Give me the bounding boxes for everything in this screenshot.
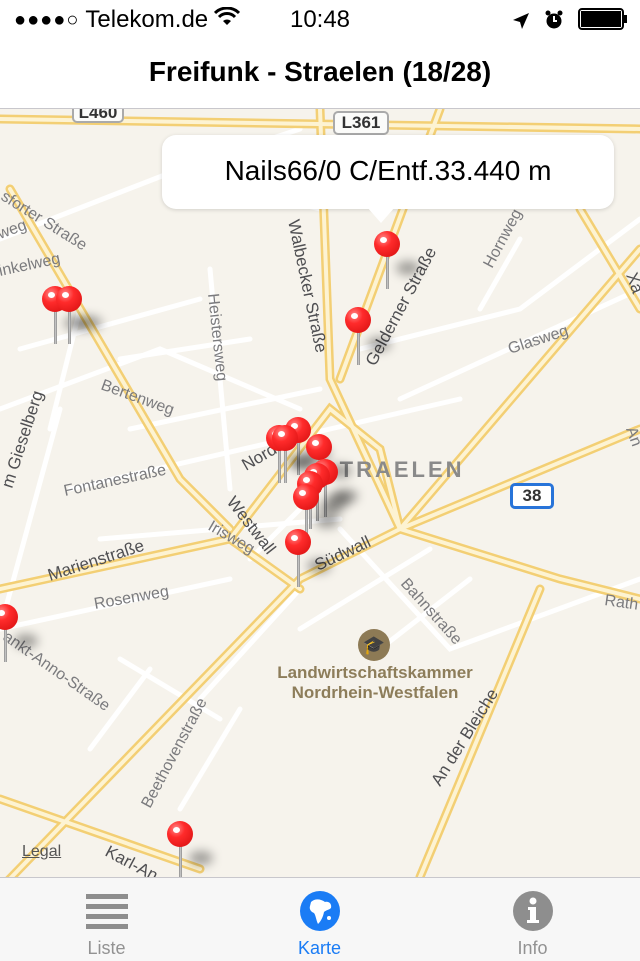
street-label: An [622,425,640,449]
pin-callout[interactable]: Nails66/0 C/Entf.33.440 m [162,135,614,223]
street-label: inkelweg [0,250,62,280]
callout-tail [367,207,395,223]
legal-link[interactable]: Legal [22,843,61,861]
page-title: Freifunk - Straelen (18/28) [148,56,492,87]
road-sign-l361: L361 [333,111,389,135]
tab-info[interactable]: Info [426,878,639,961]
street-label: Rath [603,592,639,614]
map-pin[interactable] [0,604,38,664]
street-label: Bahnstraße [397,575,465,648]
navigation-bar: Freifunk - Straelen (18/28) [0,40,640,109]
street-label: Rosenweg [93,583,170,613]
alarm-icon [544,9,564,37]
info-icon [512,890,554,932]
road-sign-38: 38 [510,483,554,509]
map-pin[interactable] [285,529,331,589]
status-right [512,8,628,37]
map-pin[interactable] [56,286,102,346]
tab-karte[interactable]: Karte [213,878,426,961]
callout-text: Nails66/0 C/Entf.33.440 m [224,155,552,186]
map-pin[interactable] [272,425,318,485]
map-pin[interactable] [167,821,213,877]
map-pin[interactable] [374,231,420,291]
street-label: Glasweg [506,322,570,357]
tab-label: Karte [297,938,342,958]
poi-label[interactable]: Landwirtschaftskammer Nordrhein-Westfale… [240,663,510,703]
globe-icon [299,890,341,932]
graduation-cap-icon[interactable]: 🎓 [358,629,390,661]
tab-label: Info [517,938,548,958]
tab-liste[interactable]: Liste [0,878,213,961]
tab-label: Liste [87,938,126,958]
poi-name-line1: Landwirtschaftskammer [277,663,473,682]
tab-bar: Liste Karte Info [0,877,640,961]
list-icon [85,890,128,932]
location-arrow-icon [512,9,530,37]
status-bar: ●●●●○ Telekom.de 10:48 [0,0,640,40]
battery-icon [578,8,628,37]
map-view[interactable]: sforter Straße weg inkelweg Walbecker St… [0,109,640,877]
map-pin[interactable] [345,307,391,367]
poi-name-line2: Nordrhein-Westfalen [291,683,459,702]
street-label: Fontanestraße [62,462,167,500]
road-sign-l460: L460 [72,109,124,123]
